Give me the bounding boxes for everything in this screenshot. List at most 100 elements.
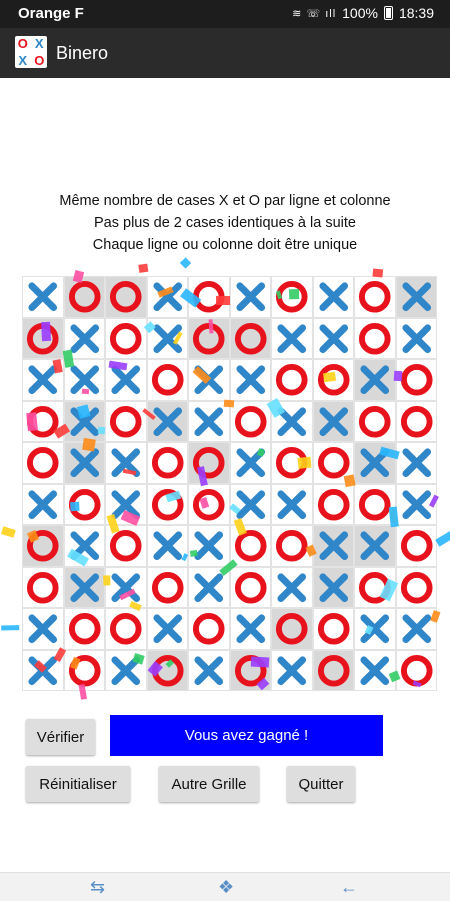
board-cell[interactable] xyxy=(271,276,313,318)
board-cell[interactable] xyxy=(312,608,354,650)
other-grid-button[interactable]: Autre Grille xyxy=(159,766,259,802)
board-cell[interactable] xyxy=(22,442,64,484)
board-cell[interactable] xyxy=(312,525,354,567)
board-cell[interactable] xyxy=(312,359,354,401)
board-cell[interactable] xyxy=(395,608,437,650)
board-cell[interactable] xyxy=(63,525,105,567)
board-cell[interactable] xyxy=(105,276,147,318)
board-cell[interactable] xyxy=(146,442,188,484)
board-cell[interactable] xyxy=(312,317,354,359)
board-cell[interactable] xyxy=(146,400,188,442)
board-cell[interactable] xyxy=(271,525,313,567)
board-cell[interactable] xyxy=(395,359,437,401)
verify-button[interactable]: Vérifier xyxy=(26,719,95,755)
board-cell[interactable] xyxy=(271,359,313,401)
board-cell[interactable] xyxy=(188,359,230,401)
board-cell[interactable] xyxy=(229,317,271,359)
board-cell[interactable] xyxy=(271,649,313,691)
home-icon[interactable]: ❖ xyxy=(218,877,234,898)
board-cell[interactable] xyxy=(229,566,271,608)
board-cell[interactable] xyxy=(63,483,105,525)
board-cell[interactable] xyxy=(146,317,188,359)
board-cell[interactable] xyxy=(354,566,396,608)
board-cell[interactable] xyxy=(395,649,437,691)
board-cell[interactable] xyxy=(271,483,313,525)
recent-apps-icon[interactable]: ⇆ xyxy=(90,877,105,898)
board-cell[interactable] xyxy=(22,566,64,608)
board-cell[interactable] xyxy=(146,525,188,567)
board-cell[interactable] xyxy=(229,608,271,650)
board-cell[interactable] xyxy=(22,525,64,567)
board-cell[interactable] xyxy=(146,608,188,650)
board-cell[interactable] xyxy=(354,276,396,318)
board-cell[interactable] xyxy=(188,608,230,650)
board-cell[interactable] xyxy=(22,608,64,650)
board-cell[interactable] xyxy=(105,359,147,401)
board-cell[interactable] xyxy=(395,442,437,484)
board-cell[interactable] xyxy=(63,649,105,691)
board-cell[interactable] xyxy=(63,566,105,608)
board-cell[interactable] xyxy=(188,566,230,608)
board-cell[interactable] xyxy=(271,400,313,442)
board-cell[interactable] xyxy=(271,608,313,650)
board-cell[interactable] xyxy=(354,359,396,401)
board-cell[interactable] xyxy=(63,276,105,318)
board-cell[interactable] xyxy=(188,400,230,442)
board-cell[interactable] xyxy=(395,400,437,442)
board-cell[interactable] xyxy=(22,483,64,525)
board-cell[interactable] xyxy=(229,400,271,442)
board-cell[interactable] xyxy=(395,483,437,525)
board-cell[interactable] xyxy=(63,442,105,484)
board-cell[interactable] xyxy=(105,608,147,650)
board-cell[interactable] xyxy=(63,317,105,359)
board-cell[interactable] xyxy=(395,276,437,318)
board-cell[interactable] xyxy=(229,483,271,525)
board-cell[interactable] xyxy=(312,276,354,318)
board-cell[interactable] xyxy=(105,400,147,442)
board-cell[interactable] xyxy=(22,400,64,442)
board-cell[interactable] xyxy=(105,442,147,484)
board-cell[interactable] xyxy=(354,608,396,650)
board-cell[interactable] xyxy=(22,649,64,691)
board-cell[interactable] xyxy=(188,276,230,318)
board-cell[interactable] xyxy=(146,483,188,525)
board-cell[interactable] xyxy=(188,525,230,567)
board-cell[interactable] xyxy=(146,359,188,401)
quit-button[interactable]: Quitter xyxy=(287,766,355,802)
board-cell[interactable] xyxy=(395,566,437,608)
board-cell[interactable] xyxy=(271,317,313,359)
board-cell[interactable] xyxy=(22,317,64,359)
board-cell[interactable] xyxy=(105,525,147,567)
board-cell[interactable] xyxy=(146,276,188,318)
board-cell[interactable] xyxy=(22,276,64,318)
board-cell[interactable] xyxy=(312,442,354,484)
board-cell[interactable] xyxy=(395,317,437,359)
board-cell[interactable] xyxy=(105,649,147,691)
board-cell[interactable] xyxy=(105,317,147,359)
board-cell[interactable] xyxy=(312,400,354,442)
board-cell[interactable] xyxy=(229,525,271,567)
board-cell[interactable] xyxy=(354,400,396,442)
board-cell[interactable] xyxy=(354,525,396,567)
board-cell[interactable] xyxy=(22,359,64,401)
board-cell[interactable] xyxy=(188,649,230,691)
board-cell[interactable] xyxy=(354,442,396,484)
board-cell[interactable] xyxy=(229,359,271,401)
board-cell[interactable] xyxy=(354,483,396,525)
board-cell[interactable] xyxy=(271,442,313,484)
board-cell[interactable] xyxy=(354,317,396,359)
board-cell[interactable] xyxy=(395,525,437,567)
board-cell[interactable] xyxy=(188,442,230,484)
board-cell[interactable] xyxy=(312,566,354,608)
board-cell[interactable] xyxy=(146,649,188,691)
board-cell[interactable] xyxy=(63,359,105,401)
board-cell[interactable] xyxy=(229,442,271,484)
board-cell[interactable] xyxy=(312,483,354,525)
back-icon[interactable]: ← xyxy=(340,877,358,898)
board-cell[interactable] xyxy=(229,649,271,691)
board-cell[interactable] xyxy=(188,483,230,525)
board-cell[interactable] xyxy=(229,276,271,318)
board-cell[interactable] xyxy=(63,400,105,442)
board-cell[interactable] xyxy=(271,566,313,608)
board-cell[interactable] xyxy=(63,608,105,650)
